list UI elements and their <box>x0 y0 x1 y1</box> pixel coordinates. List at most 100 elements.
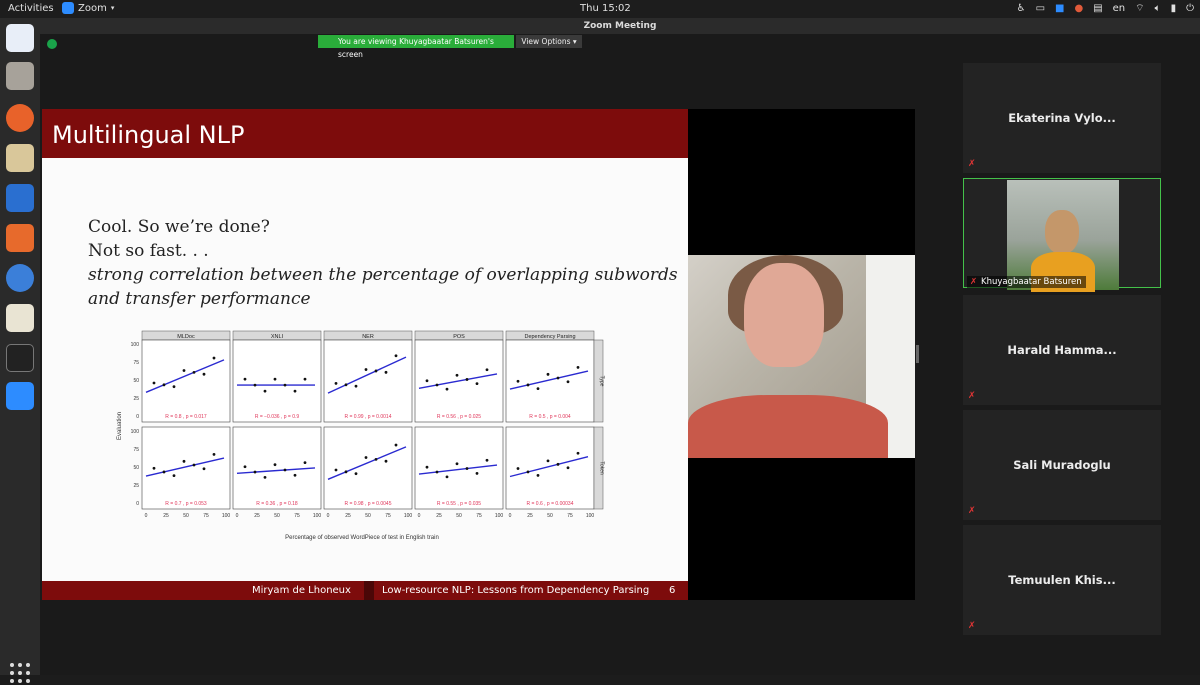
firefox-icon[interactable] <box>6 104 34 132</box>
zoom-meeting-window: Zoom Meeting You are viewing Khuyagbaata… <box>40 18 1200 675</box>
participant-name: Ekaterina Vylo... <box>1008 111 1116 125</box>
clock[interactable]: Thu 15:02 <box>580 3 631 14</box>
zoom-dock-icon[interactable] <box>6 382 34 410</box>
speaker-video <box>688 109 915 600</box>
data-point <box>202 467 206 471</box>
language-indicator[interactable]: en <box>1113 3 1126 14</box>
data-point <box>263 475 267 479</box>
files-icon[interactable] <box>6 62 34 90</box>
zoom-tray-icon[interactable]: ■ <box>1055 3 1064 14</box>
battery-icon[interactable]: ▮ <box>1171 3 1177 14</box>
panel-stat: R = 0.6 , p = 0.00034 <box>527 501 574 507</box>
data-point <box>435 470 439 474</box>
x-tick-label: 75 <box>476 513 482 519</box>
data-point <box>334 382 338 385</box>
x-tick-label: 50 <box>183 513 189 519</box>
data-point <box>152 381 156 385</box>
app-menu[interactable]: Zoom ▾ <box>62 2 114 14</box>
top-bar: Activities Zoom ▾ Thu 15:02 ♿ ▭ ■ ● ▤ en… <box>0 0 1200 18</box>
split-view-handle[interactable] <box>916 345 919 363</box>
help-icon[interactable] <box>6 264 34 292</box>
drive-icon[interactable]: ▤ <box>1093 3 1102 14</box>
panel-stat: R = 0.99 , p = 0.0014 <box>345 414 392 420</box>
thunderbird-icon[interactable] <box>6 24 34 52</box>
text-editor-icon[interactable] <box>6 304 34 332</box>
data-point <box>172 385 176 389</box>
terminal-icon[interactable] <box>6 344 34 372</box>
data-point <box>425 465 429 469</box>
activities-button[interactable]: Activities <box>8 3 54 14</box>
panel-stat: R = 0.5 , p = 0.004 <box>529 414 571 420</box>
slide-line-1: Cool. So we’re done? <box>88 217 270 237</box>
participant-name: Sali Muradoglu <box>1013 458 1111 472</box>
view-options-button[interactable]: View Options ▾ <box>516 35 582 48</box>
footer-page-number: 6 <box>669 585 676 596</box>
writer-icon[interactable] <box>6 184 34 212</box>
speaker-shirt <box>688 395 888 458</box>
data-point <box>465 467 469 470</box>
participant-name: Harald Hamma... <box>1007 343 1117 357</box>
data-point <box>556 376 560 380</box>
data-point <box>334 468 338 472</box>
data-point <box>516 467 520 470</box>
data-point <box>212 356 216 360</box>
encryption-shield-icon[interactable] <box>47 39 57 49</box>
wifi-icon[interactable]: ⌔ <box>1135 2 1144 15</box>
participant-label: ✗ Khuyagbaatar Batsuren <box>967 276 1086 288</box>
x-tick-label: 100 <box>586 513 595 519</box>
panel-frame <box>232 339 322 423</box>
data-point <box>374 369 378 373</box>
correlation-figure: Evaluation Percentage of observed WordPi… <box>117 330 605 541</box>
volume-icon[interactable]: 🔈︎ <box>1155 3 1161 14</box>
x-tick-label: 0 <box>327 513 330 519</box>
speaker-video-feed <box>688 255 915 458</box>
x-tick-label: 0 <box>509 513 512 519</box>
show-applications-icon[interactable] <box>8 661 32 685</box>
data-point <box>354 472 358 476</box>
y-tick-label: 100 <box>131 342 140 348</box>
data-point <box>526 470 530 474</box>
rhythmbox-icon[interactable] <box>6 144 34 172</box>
participant-tile-active[interactable]: ✗ Khuyagbaatar Batsuren <box>963 178 1161 292</box>
data-point <box>273 463 277 467</box>
x-tick-label: 0 <box>145 513 148 519</box>
panel-frame <box>323 339 413 423</box>
data-point <box>182 459 186 463</box>
participant-tile[interactable]: Harald Hamma... ✗ <box>963 295 1161 405</box>
accessibility-icon[interactable]: ♿ <box>1017 3 1026 14</box>
slide-line-3: strong correlation between the percentag… <box>88 265 678 285</box>
panel-stat: R = 0.8 , p = 0.017 <box>165 414 207 420</box>
data-point <box>526 383 530 387</box>
data-point <box>364 368 368 371</box>
data-point <box>475 472 479 475</box>
power-icon[interactable]: ⏻ <box>1186 3 1194 14</box>
software-center-icon[interactable] <box>6 224 34 252</box>
y-tick-label: 75 <box>133 360 139 366</box>
data-point <box>576 366 580 369</box>
data-point <box>243 377 247 381</box>
data-point <box>263 389 267 393</box>
data-point <box>425 379 429 383</box>
row-label: Type <box>599 376 605 387</box>
muted-mic-icon: ✗ <box>968 391 976 401</box>
x-tick-label: 50 <box>547 513 553 519</box>
panel-stat: R = 0.55 , p = 0.035 <box>437 501 481 507</box>
participant-tile[interactable]: Temuulen Khis... ✗ <box>963 525 1161 635</box>
x-tick-label: 0 <box>418 513 421 519</box>
y-tick-label: 0 <box>136 501 139 507</box>
data-point <box>384 370 388 374</box>
y-tick-label: 100 <box>131 429 140 435</box>
participant-name: Khuyagbaatar Batsuren <box>981 277 1082 287</box>
chevron-down-icon: ▾ <box>110 4 115 12</box>
y-tick-label: 50 <box>133 465 139 471</box>
data-point <box>293 389 297 393</box>
x-tick-label: 25 <box>163 513 169 519</box>
data-point <box>455 373 459 377</box>
participant-tile[interactable]: Ekaterina Vylo... ✗ <box>963 63 1161 173</box>
data-point <box>394 443 398 447</box>
alarm-icon[interactable]: ● <box>1074 3 1083 14</box>
window-icon[interactable]: ▭ <box>1036 3 1045 14</box>
panel-frame <box>414 426 504 510</box>
data-point <box>566 466 570 470</box>
participant-tile[interactable]: Sali Muradoglu ✗ <box>963 410 1161 520</box>
